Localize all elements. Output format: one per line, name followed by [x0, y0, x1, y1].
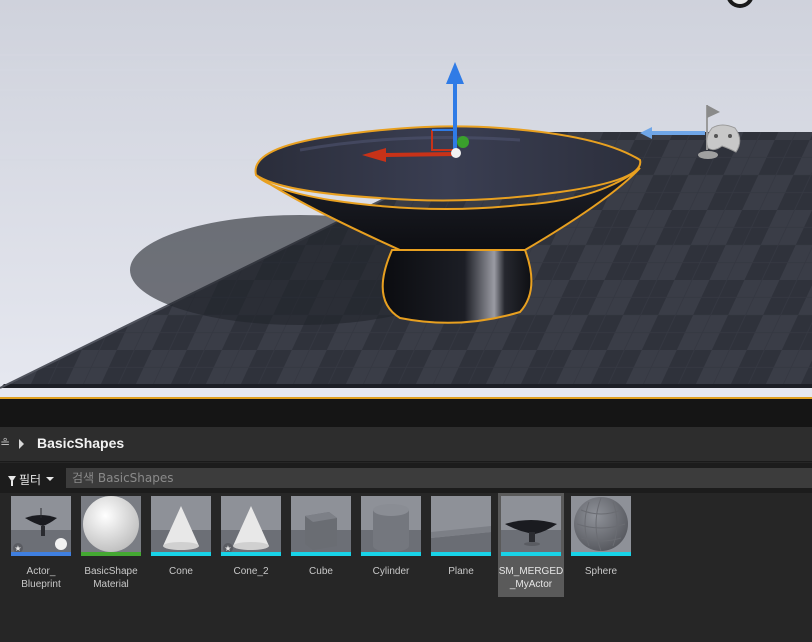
chevron-down-icon [46, 477, 55, 481]
asset-grid: ★ Actor_ Blueprint BasicShape Material C… [8, 493, 812, 603]
material-sphere-thumbnail [81, 496, 141, 556]
cone-thumbnail: ★ [221, 496, 281, 556]
cone-thumbnail [151, 496, 211, 556]
filter-icon [8, 476, 16, 486]
viewport-scene [0, 0, 812, 397]
asset-type-bar [361, 552, 421, 556]
asset-label: Actor_ Blueprint [21, 566, 61, 590]
asset-type-bar [291, 552, 351, 556]
selected-mesh-base[interactable] [381, 249, 533, 324]
breadcrumb-folder[interactable]: BasicShapes [37, 435, 124, 451]
panel-divider [0, 399, 812, 427]
filter-button[interactable]: 필터 [8, 469, 55, 489]
svg-text:★: ★ [14, 544, 21, 553]
asset-type-bar [571, 552, 631, 556]
asset-label: Cylinder [372, 566, 410, 577]
merged-mesh-thumbnail [501, 496, 561, 556]
asset-tile-sphere[interactable]: Sphere [568, 493, 634, 597]
plane-thumbnail [431, 496, 491, 556]
asset-tile-cylinder[interactable]: Cylinder [358, 493, 424, 597]
asset-label: BasicShape Material [84, 566, 138, 590]
asset-type-bar [501, 552, 561, 556]
path-prefix[interactable]: ≗ [0, 436, 10, 450]
cylinder-thumbnail [361, 496, 421, 556]
search-input[interactable] [66, 468, 812, 488]
asset-tile-actor-blueprint[interactable]: ★ Actor_ Blueprint [8, 493, 74, 597]
path-bar: ≗ BasicShapes [0, 427, 812, 462]
sphere-thumbnail [571, 496, 631, 556]
blueprint-thumbnail: ★ [11, 496, 71, 556]
asset-label: Cone [169, 566, 193, 577]
asset-tile-cone[interactable]: Cone [148, 493, 214, 597]
asset-tile-plane[interactable]: Plane [428, 493, 494, 597]
asset-type-bar [151, 552, 211, 556]
gizmo-center [451, 148, 461, 158]
svg-text:★: ★ [224, 544, 231, 553]
asset-label: Sphere [584, 566, 618, 577]
gizmo-y-handle [457, 136, 469, 148]
asset-tile-cube[interactable]: Cube [288, 493, 354, 597]
asset-label: Cube [309, 566, 333, 577]
breadcrumb-chevron-icon[interactable] [19, 439, 24, 449]
asset-label: SM_MERGED _MyActor [498, 566, 564, 590]
asset-label: Plane [448, 566, 474, 577]
gizmo-x-axis [384, 152, 456, 157]
asset-tile-basicshape-material[interactable]: BasicShape Material [78, 493, 144, 597]
asset-tile-cone-2[interactable]: ★ Cone_2 [218, 493, 284, 597]
content-browser: ≗ BasicShapes 필터 ★ [0, 427, 812, 642]
asset-type-bar [81, 552, 141, 556]
asset-type-bar [11, 552, 71, 556]
asset-tile-sm-merged-myactor[interactable]: SM_MERGED _MyActor [498, 493, 564, 597]
filter-label: 필터 [19, 472, 42, 487]
filter-bar: 필터 [0, 463, 812, 493]
asset-type-bar [431, 552, 491, 556]
asset-type-bar [221, 552, 281, 556]
asset-label: Cone_2 [233, 566, 269, 577]
level-viewport[interactable] [0, 0, 812, 397]
cube-thumbnail [291, 496, 351, 556]
